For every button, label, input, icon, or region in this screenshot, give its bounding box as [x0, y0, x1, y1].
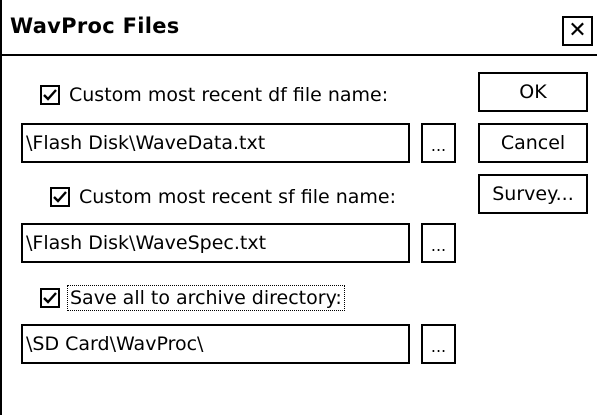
sf-custom-label: Custom most recent sf file name: — [79, 186, 396, 208]
close-icon: ✕ — [568, 18, 587, 43]
sf-file-path-input[interactable]: \Flash Disk\WaveSpec.txt — [21, 223, 410, 263]
sf-custom-checkbox[interactable] — [50, 187, 70, 207]
ok-button[interactable]: OK — [478, 72, 588, 112]
cancel-button[interactable]: Cancel — [478, 123, 588, 163]
archive-checkbox[interactable] — [40, 288, 60, 308]
check-icon — [43, 89, 57, 101]
archive-checkbox-row[interactable]: Save all to archive directory: — [40, 285, 345, 311]
archive-directory-input[interactable]: \SD Card\WavProc\ — [21, 324, 410, 364]
df-browse-button[interactable]: ... — [421, 123, 456, 163]
wavproc-files-dialog: WavProc Files ✕ Custom most recent df fi… — [0, 0, 597, 415]
df-custom-checkbox-row[interactable]: Custom most recent df file name: — [40, 84, 388, 106]
df-custom-label: Custom most recent df file name: — [69, 84, 389, 106]
check-icon — [53, 191, 67, 203]
df-custom-checkbox[interactable] — [40, 85, 60, 105]
df-file-path-input[interactable]: \Flash Disk\WaveData.txt — [21, 123, 410, 163]
archive-label: Save all to archive directory: — [67, 285, 345, 311]
title-bar: WavProc Files ✕ — [2, 0, 597, 56]
sf-custom-checkbox-row[interactable]: Custom most recent sf file name: — [50, 186, 396, 208]
sf-browse-button[interactable]: ... — [421, 223, 456, 263]
check-icon — [43, 292, 57, 304]
close-button[interactable]: ✕ — [562, 16, 593, 46]
survey-button[interactable]: Survey... — [478, 174, 588, 214]
archive-browse-button[interactable]: ... — [421, 324, 456, 364]
dialog-title: WavProc Files — [10, 14, 180, 38]
